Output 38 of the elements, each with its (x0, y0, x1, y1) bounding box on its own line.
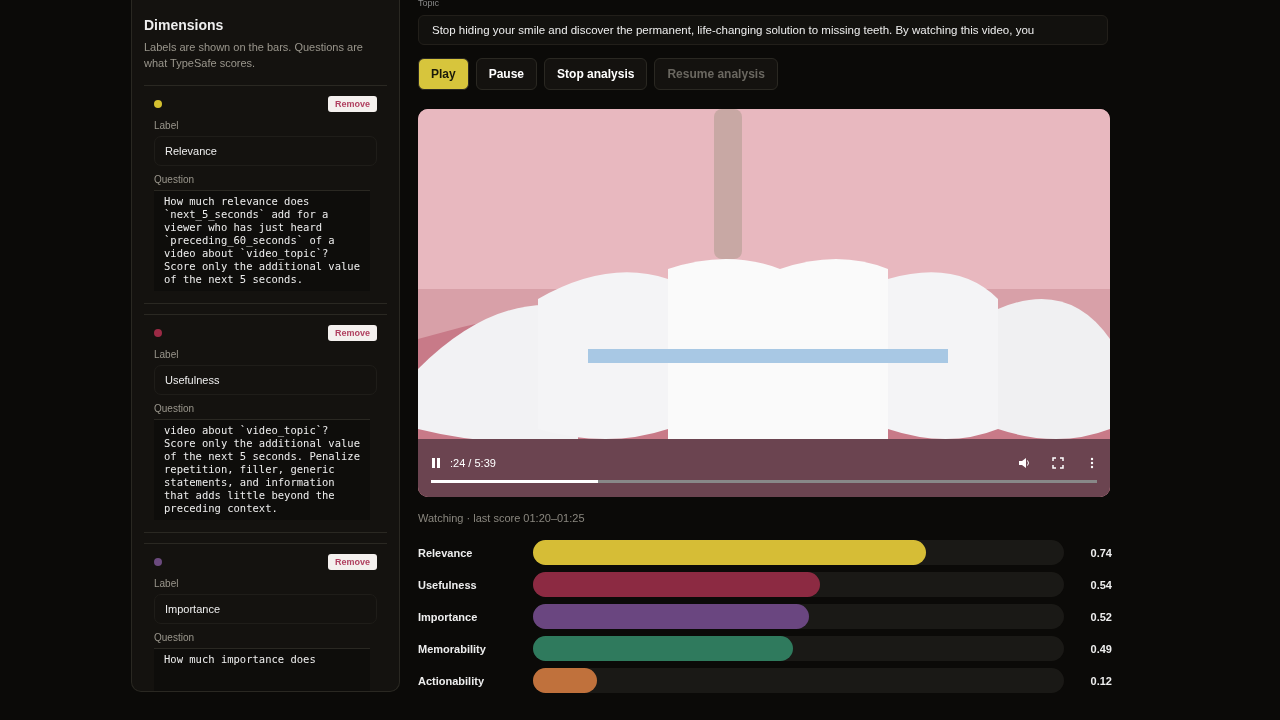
score-value: 0.54 (1089, 578, 1112, 591)
score-value: 0.12 (1089, 674, 1112, 687)
topic-field[interactable]: Stop hiding your smile and discover the permanent, life-changing solution to missing teeth. By watching this video, you (418, 15, 1108, 45)
topic-caption: Topic (418, 0, 440, 9)
label-field[interactable]: Usefulness (154, 365, 377, 395)
label-field[interactable]: Importance (154, 594, 377, 624)
fullscreen-icon[interactable] (1052, 457, 1064, 469)
field-caption: Question (154, 632, 196, 643)
panel-description: Labels are shown on the bars. Questions are what TypeSafe scores. (144, 40, 364, 71)
video-progress-bar[interactable] (431, 480, 1097, 483)
score-value: 0.52 (1089, 610, 1112, 623)
score-label: Importance (418, 610, 479, 623)
action-button[interactable]: Pause (475, 58, 538, 90)
score-value: 0.49 (1089, 642, 1112, 655)
field-caption: Question (154, 403, 196, 414)
question-field[interactable]: video about `video_topic`? Score only the additional value of the next 5 seconds. Penalize repetition, filler, generic statements, and information that adds little beyond the preceding context. (154, 419, 370, 520)
score-label: Relevance (418, 546, 474, 559)
remove-button[interactable]: Remove (328, 554, 377, 570)
pause-icon[interactable] (430, 457, 442, 469)
score-label: Usefulness (418, 578, 478, 591)
remove-button[interactable]: Remove (328, 325, 377, 341)
field-caption: Question (154, 174, 196, 185)
action-button[interactable]: Play (418, 58, 469, 90)
status-text: Watching · last score 01:20–01:25 (418, 512, 586, 524)
volume-icon[interactable] (1018, 457, 1030, 469)
field-caption: Label (154, 120, 180, 131)
video-time: :24 / 5:39 (450, 457, 496, 469)
field-caption: Label (154, 349, 180, 360)
question-field[interactable]: How much importance does (154, 648, 370, 691)
label-field[interactable]: Relevance (154, 136, 377, 166)
question-field[interactable]: How much relevance does `next_5_seconds` add for a viewer who has just heard `preceding_60_seconds` of a video about `video_topic`? Score only the additional value of the next 5 seconds. (154, 190, 370, 291)
remove-button[interactable]: Remove (328, 96, 377, 112)
action-button[interactable]: Stop analysis (544, 58, 648, 90)
score-label: Actionability (418, 674, 485, 687)
score-value: 0.74 (1089, 546, 1112, 559)
field-caption: Label (154, 578, 180, 589)
score-label: Memorability (418, 642, 487, 655)
panel-title: Dimensions (144, 17, 225, 33)
